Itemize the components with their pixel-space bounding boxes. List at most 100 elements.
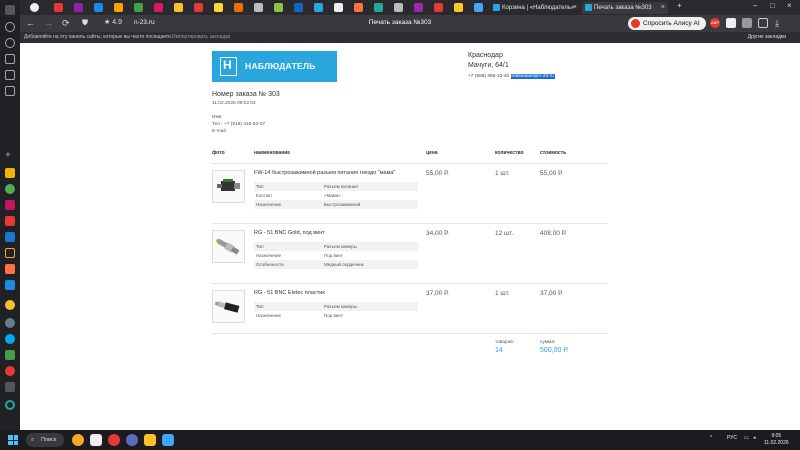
- shop-street: Мачуги, 64/1: [468, 62, 509, 69]
- attribute-row: Назначение Под винт: [254, 251, 418, 260]
- cyan-app-icon[interactable]: [5, 334, 15, 344]
- divider: [212, 333, 608, 334]
- tab-favicon[interactable]: [274, 3, 283, 12]
- tab-favicon[interactable]: [474, 3, 483, 12]
- tab-favicon[interactable]: [134, 3, 143, 12]
- tab-favicon[interactable]: [394, 3, 403, 12]
- taskbar-search[interactable]: ⌕ Поиск: [26, 433, 64, 447]
- shop-logo[interactable]: H НАБЛЮДАТЕЛЬ: [212, 51, 337, 82]
- small-app-icon[interactable]: [5, 382, 15, 392]
- extension-icon[interactable]: [742, 18, 752, 28]
- tab-favicon[interactable]: [214, 3, 223, 12]
- attribute-key: Назначение: [256, 313, 282, 318]
- order-print-page: H НАБЛЮДАТЕЛЬ Краснодар Мачуги, 64/1 +7 …: [20, 43, 800, 430]
- file-explorer-icon[interactable]: [144, 434, 156, 446]
- tab-print-order[interactable]: Печать заказа №303 ×: [582, 2, 668, 14]
- tab-favicon[interactable]: [234, 3, 243, 12]
- translate-icon[interactable]: [726, 18, 736, 28]
- screenshot-icon[interactable]: [5, 54, 15, 64]
- product-name[interactable]: RG - 51 BNC Gold, под винт: [254, 230, 325, 236]
- adblock-icon[interactable]: ABP: [710, 18, 720, 28]
- tab-favicon[interactable]: [54, 3, 63, 12]
- close-tab-icon[interactable]: ×: [661, 2, 665, 14]
- colorful-app-icon[interactable]: [5, 350, 15, 360]
- tab-favicon[interactable]: [294, 3, 303, 12]
- widgets-icon[interactable]: [72, 434, 84, 446]
- yandex-icon[interactable]: [5, 5, 15, 15]
- app-icon[interactable]: [162, 434, 174, 446]
- add-icon[interactable]: +: [5, 151, 15, 162]
- green-app-icon[interactable]: [5, 184, 15, 194]
- left-app-bar: +: [0, 0, 20, 430]
- tab-favicon[interactable]: [354, 3, 363, 12]
- yandex-browser-icon[interactable]: [108, 434, 120, 446]
- tab-favicon[interactable]: [194, 3, 203, 12]
- red-app-icon[interactable]: [5, 216, 15, 226]
- magenta-app-icon[interactable]: [5, 200, 15, 210]
- tab-favicon[interactable]: [30, 3, 39, 12]
- product-name[interactable]: RG - 51 BNC Eletec пластик: [254, 290, 325, 296]
- tab-favicon[interactable]: [94, 3, 103, 12]
- minimize-icon[interactable]: –: [753, 1, 757, 10]
- attribute-value: Под винт: [324, 313, 343, 318]
- gallery-app-icon[interactable]: [5, 168, 15, 178]
- maximize-icon[interactable]: □: [770, 1, 775, 10]
- shop-email[interactable]: nabludatel@n-23.ru: [510, 74, 555, 79]
- blue-square-icon[interactable]: [5, 280, 15, 290]
- task-view-icon[interactable]: [90, 434, 102, 446]
- image-icon[interactable]: [5, 70, 15, 80]
- taskbar: ⌕ Поиск ^ РУС ▭ ◂ 9:05 11.02.2026: [0, 430, 800, 450]
- chat-icon[interactable]: [126, 434, 138, 446]
- tab-favicon[interactable]: [334, 3, 343, 12]
- attribute-row: Тип Разъем камеры: [254, 302, 418, 311]
- url-text[interactable]: n-23.ru: [134, 19, 155, 26]
- orange-app-icon[interactable]: [5, 264, 15, 274]
- back-icon[interactable]: ←: [26, 18, 35, 28]
- tab-favicon[interactable]: [454, 3, 463, 12]
- yellow-app-icon[interactable]: [5, 300, 15, 310]
- windows-start-icon[interactable]: [8, 435, 18, 445]
- clock[interactable]: 9:05 11.02.2026: [764, 433, 789, 447]
- goods-count-value: 14: [495, 347, 503, 354]
- close-window-icon[interactable]: ×: [787, 1, 792, 10]
- tab-favicon[interactable]: [314, 3, 323, 12]
- teal-app-icon[interactable]: [5, 400, 15, 410]
- tab-favicon[interactable]: [374, 3, 383, 12]
- tab-cart[interactable]: Корзина | «Наблюдатель» ×: [490, 2, 580, 14]
- network-icon[interactable]: ▭: [744, 435, 749, 441]
- col-header-total: стоимость: [540, 150, 567, 156]
- shield-icon[interactable]: ⛊: [82, 18, 88, 28]
- col-header-qty: количество: [495, 150, 524, 156]
- site-rating[interactable]: ★ 4.9: [104, 18, 122, 28]
- dark-app-icon[interactable]: [5, 248, 15, 258]
- close-tab-icon[interactable]: ×: [573, 2, 577, 14]
- reload-icon[interactable]: ⟳: [62, 18, 70, 28]
- gray-app-icon[interactable]: [5, 318, 15, 328]
- tab-favicon[interactable]: [174, 3, 183, 12]
- import-bookmarks-link[interactable]: Импортировать закладки: [172, 32, 230, 43]
- sum-label: сумма:: [540, 340, 556, 345]
- tab-favicon[interactable]: [74, 3, 83, 12]
- tab-favicon[interactable]: [434, 3, 443, 12]
- tray-arrow-icon[interactable]: ^: [710, 435, 712, 441]
- tab-favicon[interactable]: [114, 3, 123, 12]
- tab-favicon[interactable]: [254, 3, 263, 12]
- download-icon[interactable]: ⤓: [775, 18, 785, 28]
- other-bookmarks-button[interactable]: Другие закладки: [748, 32, 786, 43]
- tab-favicon[interactable]: [414, 3, 423, 12]
- forward-icon[interactable]: →: [44, 18, 53, 28]
- bookmark-icon[interactable]: [758, 18, 768, 28]
- product-name[interactable]: FW-14 быстрозажимной разъем питания гнез…: [254, 170, 395, 176]
- tab-strip: Корзина | «Наблюдатель» × Печать заказа …: [20, 0, 800, 15]
- ask-alice-button[interactable]: Спросить Алису AI: [628, 17, 706, 30]
- blue-app-icon[interactable]: [5, 232, 15, 242]
- gallery-icon[interactable]: [5, 86, 15, 96]
- new-tab-button[interactable]: +: [677, 1, 682, 10]
- volume-icon[interactable]: ◂: [753, 435, 756, 441]
- red-circle-icon[interactable]: [5, 366, 15, 376]
- customer-phone: Тел.: +7 (918) 445-92-07: [212, 122, 266, 127]
- language-indicator[interactable]: РУС: [727, 435, 737, 441]
- history-icon[interactable]: [5, 22, 15, 32]
- video-icon[interactable]: [5, 38, 15, 48]
- tab-favicon[interactable]: [154, 3, 163, 12]
